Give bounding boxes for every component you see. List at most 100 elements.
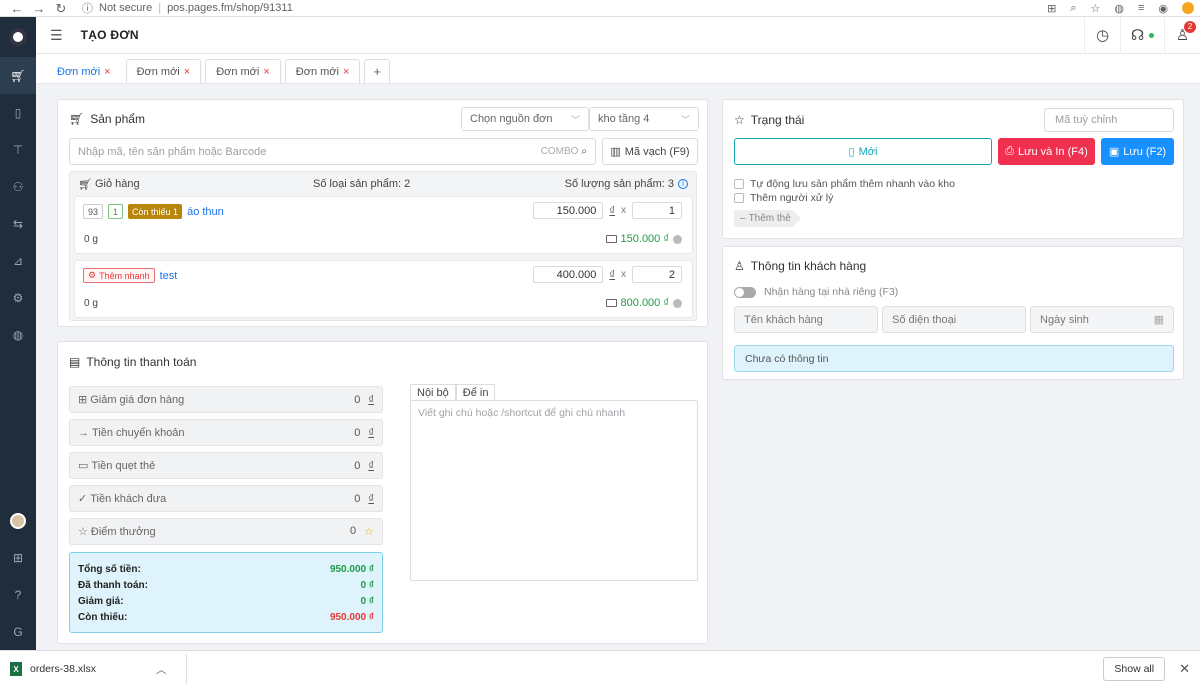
sidebar-item-apps[interactable]: ⊞ bbox=[0, 539, 36, 576]
tab-order-2[interactable]: Đơn mới × bbox=[125, 59, 202, 83]
new-status-button[interactable]: ▯ Mới bbox=[734, 138, 992, 165]
remove-icon[interactable] bbox=[673, 298, 682, 308]
reload-icon[interactable]: ↻ bbox=[50, 0, 72, 16]
note-textarea[interactable]: Viết ghi chú hoặc /shortcut để ghi chú n… bbox=[410, 400, 698, 581]
sidebar-item-google[interactable]: G bbox=[0, 613, 36, 650]
card-icon bbox=[605, 235, 617, 243]
sidebar-avatar[interactable] bbox=[0, 502, 36, 539]
sidebar-item-web[interactable]: ◍ bbox=[0, 316, 36, 353]
history-button[interactable]: ◷ bbox=[1084, 16, 1120, 54]
barcode-button[interactable]: ▥ Mã vạch (F9) bbox=[602, 138, 698, 165]
price-input[interactable]: 400.000 bbox=[533, 266, 604, 283]
product-name-link[interactable]: test bbox=[160, 270, 178, 282]
checkbox[interactable] bbox=[734, 193, 744, 203]
warehouse-select[interactable]: kho tầng 4 ﹀ bbox=[589, 107, 699, 131]
tab-order-1[interactable]: Đơn mới × bbox=[46, 59, 122, 83]
extension-icon[interactable] bbox=[1182, 2, 1194, 14]
translate-icon[interactable]: ⊞ bbox=[1047, 2, 1056, 15]
discount-label: Giảm giá: bbox=[78, 595, 124, 607]
save-button[interactable]: ▣ Lưu (F2) bbox=[1101, 138, 1174, 165]
total-label: Tổng số tiền: bbox=[78, 563, 141, 575]
checkbox[interactable] bbox=[734, 179, 744, 189]
add-tab-button[interactable]: + bbox=[364, 59, 390, 83]
gear-icon: ⚙ bbox=[12, 290, 24, 305]
back-icon[interactable]: ← bbox=[6, 0, 28, 16]
customer-name-input[interactable]: Tên khách hàng bbox=[734, 306, 878, 333]
google-icon: G bbox=[13, 624, 23, 639]
phone-placeholder: Số điện thoại bbox=[892, 313, 957, 326]
custom-code-placeholder: Mã tuỳ chỉnh bbox=[1055, 114, 1118, 126]
order-tabs: Đơn mới × Đơn mới × Đơn mới × Đơn mới × + bbox=[36, 54, 1200, 84]
sidebar-item-products[interactable]: ⊤ bbox=[0, 131, 36, 168]
menu-toggle-icon[interactable]: ☰ bbox=[50, 27, 63, 44]
tab-internal-note[interactable]: Nội bộ bbox=[410, 384, 456, 400]
close-icon[interactable]: ✕ bbox=[1179, 661, 1190, 677]
add-handler-checkbox[interactable]: Thêm người xử lý bbox=[734, 192, 833, 204]
order-source-select[interactable]: Chọn nguồn đơn ﹀ bbox=[461, 107, 589, 131]
grid-icon: ⊞ bbox=[12, 550, 24, 565]
close-icon[interactable]: × bbox=[104, 66, 110, 78]
birthday-input[interactable]: Ngày sinh ▦ bbox=[1030, 306, 1174, 333]
sidebar-item-orders[interactable]: ▯ bbox=[0, 94, 36, 131]
new-status-label: Mới bbox=[858, 145, 878, 158]
tab-print-note[interactable]: Để in bbox=[455, 384, 496, 400]
add-tag-button[interactable]: – Thêm thẻ bbox=[734, 210, 801, 227]
sidebar-item-reports[interactable]: ⊿ bbox=[0, 242, 36, 279]
logo[interactable] bbox=[0, 17, 36, 57]
close-icon[interactable]: × bbox=[343, 66, 349, 78]
download-file-name[interactable]: orders-38.xlsx bbox=[30, 663, 96, 675]
product-name-link[interactable]: áo thun bbox=[187, 206, 224, 218]
custom-code-input[interactable]: Mã tuỳ chỉnh bbox=[1044, 108, 1174, 132]
gift-icon: ⊞ bbox=[78, 394, 88, 406]
combo-search-button[interactable]: COMBO ⌕ bbox=[541, 146, 587, 157]
shortage-badge: Còn thiếu 1 bbox=[128, 204, 183, 219]
remove-icon[interactable] bbox=[673, 234, 682, 244]
users-icon: ⚇ bbox=[12, 179, 24, 194]
zoom-icon[interactable]: ⌕ bbox=[1070, 2, 1076, 15]
item-total: 150.000 ₫ bbox=[605, 233, 682, 245]
globe-icon[interactable]: ◍ bbox=[1114, 2, 1124, 15]
order-discount-field[interactable]: ⊞ Giảm giá đơn hàng 0 ₫ bbox=[69, 386, 383, 413]
search-icon: ⌕ bbox=[581, 146, 587, 157]
address-bar[interactable]: ⓘ Not secure | pos.pages.fm/shop/91311 bbox=[82, 0, 293, 16]
tab-order-3[interactable]: Đơn mới × bbox=[205, 59, 281, 83]
product-search-input[interactable]: Nhập mã, tên sản phẩm hoặc Barcode COMBO… bbox=[69, 138, 596, 165]
tab-order-4[interactable]: Đơn mới × bbox=[284, 59, 361, 83]
chevron-up-icon[interactable]: ︿ bbox=[156, 662, 167, 677]
save-icon: ▣ bbox=[1108, 146, 1120, 158]
field-value: 0 bbox=[354, 393, 361, 406]
sidebar-item-transfer[interactable]: ⇆ bbox=[0, 205, 36, 242]
arrow-right-icon: → bbox=[78, 426, 89, 439]
sidebar-item-cart[interactable]: 🛒︎ bbox=[0, 57, 36, 94]
show-all-button[interactable]: Show all bbox=[1103, 657, 1166, 681]
toggle-label: Nhận hàng tại nhà riêng (F3) bbox=[764, 286, 899, 298]
page-title: TẠO ĐƠN bbox=[80, 28, 139, 42]
notifications-button[interactable]: ♙ 2 bbox=[1164, 16, 1200, 54]
phone-input[interactable]: Số điện thoại bbox=[882, 306, 1026, 333]
close-icon[interactable]: × bbox=[263, 66, 269, 78]
star-icon[interactable]: ☆ bbox=[1090, 2, 1100, 15]
customer-panel: ♙ Thông tin khách hàng Nhận hàng tại nhà… bbox=[722, 246, 1184, 380]
save-and-print-button[interactable]: ⎙ Lưu và In (F4) bbox=[998, 138, 1095, 165]
home-delivery-toggle[interactable] bbox=[734, 286, 756, 298]
forward-icon[interactable]: → bbox=[28, 0, 50, 16]
sidebar-item-help[interactable]: ? bbox=[0, 576, 36, 613]
profile-icon[interactable]: ◉ bbox=[1158, 2, 1168, 15]
info-icon[interactable]: i bbox=[678, 179, 688, 189]
save-label: Lưu (F2) bbox=[1123, 145, 1167, 158]
bank-transfer-field[interactable]: → Tiền chuyển khoản 0 ₫ bbox=[69, 419, 383, 446]
quantity-input[interactable]: 1 bbox=[632, 202, 682, 219]
multiply-sign: x bbox=[621, 205, 626, 216]
close-icon[interactable]: × bbox=[184, 66, 190, 78]
support-button[interactable]: ☊ bbox=[1120, 16, 1164, 54]
card-payment-field[interactable]: ▭ Tiền quẹt thẻ 0 ₫ bbox=[69, 452, 383, 479]
price-input[interactable]: 150.000 bbox=[533, 202, 604, 219]
cash-given-field[interactable]: ✓ Tiền khách đưa 0 ₫ bbox=[69, 485, 383, 512]
sidebar-item-settings[interactable]: ⚙ bbox=[0, 279, 36, 316]
product-code-badge: 93 bbox=[83, 204, 104, 219]
reward-points-field[interactable]: ☆ Điểm thưởng 0 ☆ bbox=[69, 518, 383, 545]
auto-save-checkbox[interactable]: Tự động lưu sản phẩm thêm nhanh vào kho bbox=[734, 178, 955, 190]
quantity-input[interactable]: 2 bbox=[632, 266, 682, 283]
sidebar-item-customers[interactable]: ⚇ bbox=[0, 168, 36, 205]
queue-icon[interactable]: ≡ bbox=[1138, 2, 1144, 14]
